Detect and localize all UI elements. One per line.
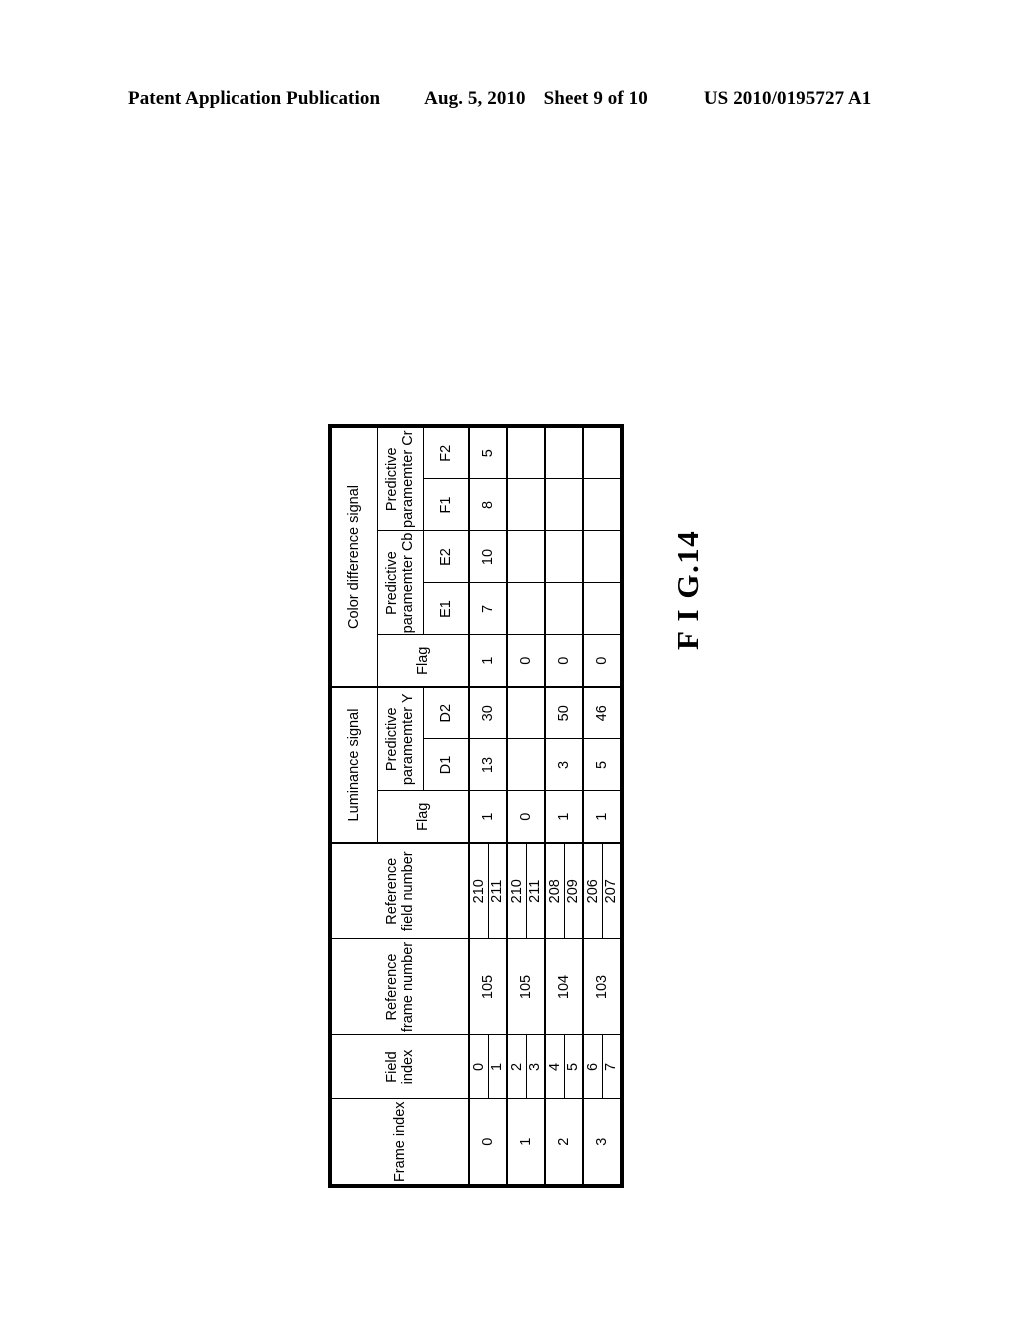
table-header: Frame index Field index Reference frame … [331, 427, 469, 1185]
cell-reference-field-number-top: 206 [583, 843, 602, 939]
figure-caption: F I G.14 [670, 529, 705, 650]
publication-label: Patent Application Publication [128, 88, 381, 109]
cell-chroma-flag: 0 [545, 635, 583, 687]
publication-date: Aug. 5, 2010 [424, 88, 526, 109]
cell-luma-d1: 13 [469, 739, 507, 791]
col-header-luminance-signal: Luminance signal [331, 687, 377, 843]
col-header-d1: D1 [423, 739, 469, 791]
cell-cr-f2: 5 [469, 427, 507, 479]
cell-field-index-top: 2 [507, 1035, 526, 1099]
cell-reference-field-number-bottom: 209 [564, 843, 583, 939]
cell-field-index-top: 4 [545, 1035, 564, 1099]
cell-luma-d1 [507, 739, 545, 791]
cell-luma-d1: 3 [545, 739, 583, 791]
table-body: 0 0 105 210 1 13 30 1 7 10 8 5 1 211 1 2 [469, 427, 621, 1185]
col-header-chroma-flag: Flag [377, 635, 469, 687]
cell-luma-d2: 30 [469, 687, 507, 739]
cell-cb-e2 [583, 531, 621, 583]
table-row: 3 6 103 206 1 5 46 0 [583, 427, 621, 1185]
cell-field-index-bottom: 7 [602, 1035, 621, 1099]
cell-reference-field-number-top: 210 [507, 843, 526, 939]
table-row: 2 4 104 208 1 3 50 0 [545, 427, 583, 1185]
cell-cr-f2 [583, 427, 621, 479]
cell-reference-frame-number: 105 [507, 939, 545, 1035]
cell-luma-d2: 50 [545, 687, 583, 739]
cell-cr-f1 [545, 479, 583, 531]
col-header-f1: F1 [423, 479, 469, 531]
col-header-frame-index: Frame index [331, 1099, 469, 1185]
col-header-color-difference-signal: Color difference signal [331, 427, 377, 687]
cell-field-index-bottom: 5 [564, 1035, 583, 1099]
cell-field-index-top: 0 [469, 1035, 488, 1099]
col-header-e1: E1 [423, 583, 469, 635]
cell-cb-e1 [545, 583, 583, 635]
cell-chroma-flag: 0 [507, 635, 545, 687]
cell-cb-e1: 7 [469, 583, 507, 635]
cell-chroma-flag: 1 [469, 635, 507, 687]
cell-cb-e2 [545, 531, 583, 583]
col-header-reference-frame-number: Reference frame number [331, 939, 469, 1035]
cell-frame-index: 3 [583, 1099, 621, 1185]
table-row: 1 2 105 210 0 0 [507, 427, 545, 1185]
table-row: 0 0 105 210 1 13 30 1 7 10 8 5 [469, 427, 507, 1185]
cell-luma-flag: 0 [507, 791, 545, 843]
cell-luma-d1: 5 [583, 739, 621, 791]
cell-cb-e1 [583, 583, 621, 635]
cell-field-index-top: 6 [583, 1035, 602, 1099]
cell-luma-flag: 1 [583, 791, 621, 843]
col-header-predictive-parameter-cr: Predictive paramemter Cr [377, 427, 423, 531]
cell-luma-d2 [507, 687, 545, 739]
cell-reference-field-number-top: 208 [545, 843, 564, 939]
cell-reference-field-number-bottom: 211 [488, 843, 507, 939]
cell-luma-d2: 46 [583, 687, 621, 739]
cell-reference-field-number-bottom: 207 [602, 843, 621, 939]
cell-luma-flag: 1 [469, 791, 507, 843]
cell-reference-frame-number: 103 [583, 939, 621, 1035]
cell-cb-e2: 10 [469, 531, 507, 583]
col-header-reference-field-number: Reference field number [331, 843, 469, 939]
cell-cb-e2 [507, 531, 545, 583]
cell-cr-f1 [583, 479, 621, 531]
sheet-number: Sheet 9 of 10 [543, 88, 648, 109]
cell-frame-index: 1 [507, 1099, 545, 1185]
cell-frame-index: 2 [545, 1099, 583, 1185]
cell-reference-field-number-bottom: 211 [526, 843, 545, 939]
col-header-d2: D2 [423, 687, 469, 739]
cell-chroma-flag: 0 [583, 635, 621, 687]
cell-cb-e1 [507, 583, 545, 635]
col-header-field-index: Field index [331, 1035, 469, 1099]
col-header-e2: E2 [423, 531, 469, 583]
field-parameter-table: Frame index Field index Reference frame … [329, 420, 623, 1192]
col-header-luma-flag: Flag [377, 791, 469, 843]
cell-cr-f1 [507, 479, 545, 531]
patent-page-header: Patent Application Publication Aug. 5, 2… [128, 88, 898, 110]
cell-cr-f1: 8 [469, 479, 507, 531]
cell-field-index-bottom: 3 [526, 1035, 545, 1099]
col-header-predictive-parameter-cb: Predictive paramemter Cb [377, 531, 423, 635]
cell-cr-f2 [545, 427, 583, 479]
cell-luma-flag: 1 [545, 791, 583, 843]
cell-field-index-bottom: 1 [488, 1035, 507, 1099]
cell-frame-index: 0 [469, 1099, 507, 1185]
col-header-predictive-parameter-y: Predictive paramemter Y [377, 687, 423, 791]
cell-reference-frame-number: 105 [469, 939, 507, 1035]
patent-number: US 2010/0195727 A1 [703, 88, 872, 109]
header-row-groups: Frame index Field index Reference frame … [331, 427, 469, 1185]
cell-reference-frame-number: 104 [545, 939, 583, 1035]
col-header-f2: F2 [423, 427, 469, 479]
cell-cr-f2 [507, 427, 545, 479]
cell-reference-field-number-top: 210 [469, 843, 488, 939]
figure-stage: F I G.14 Frame index Field index Referen… [329, 134, 722, 1192]
